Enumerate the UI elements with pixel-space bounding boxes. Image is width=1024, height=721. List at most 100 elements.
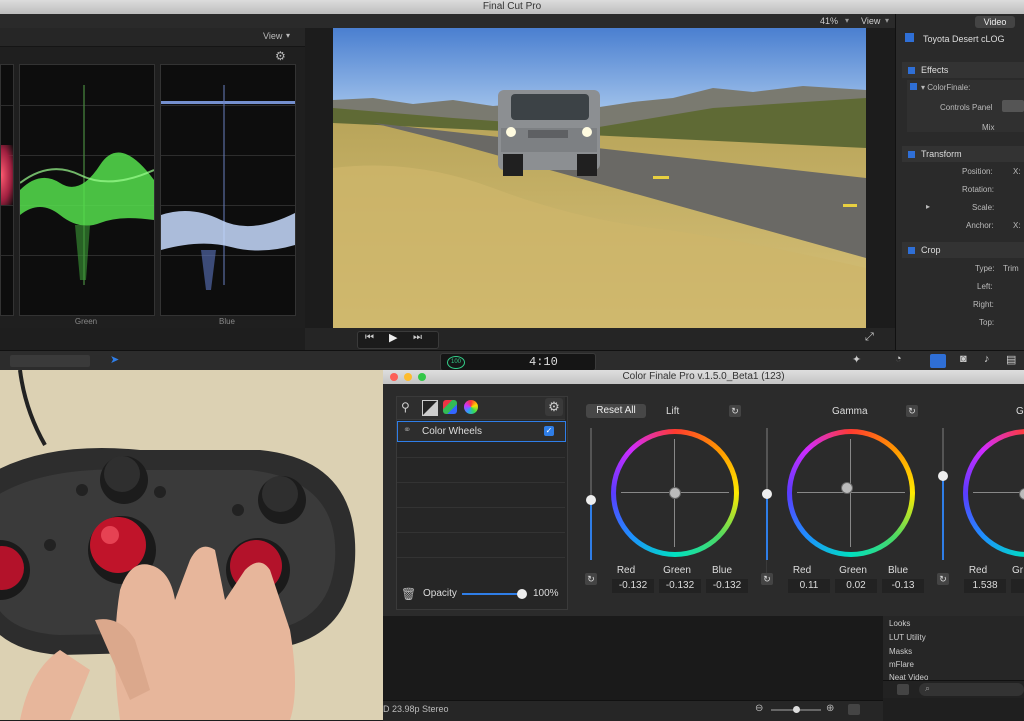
lift-green-value[interactable]: -0.132 (659, 579, 701, 593)
timeline-zoom-slider[interactable] (771, 706, 821, 713)
layer-enable-checkbox[interactable]: ✓ (544, 426, 554, 436)
scopes-view-menu[interactable]: View (263, 31, 282, 41)
controls-panel-label: Controls Panel (940, 103, 993, 112)
browser-search-input[interactable]: ⌕ (919, 683, 1024, 696)
gamma-master-slider[interactable] (762, 428, 772, 560)
add-layer-icon[interactable]: ⚲ (401, 400, 415, 414)
close-icon[interactable] (390, 373, 398, 381)
reset-all-button[interactable]: Reset All (586, 404, 646, 418)
viewer-transport-bar: ⏮ ▶ ⏭ ⤢ (305, 328, 895, 350)
gain-color-wheel[interactable] (963, 429, 1024, 557)
gamma-red-label: Red (792, 565, 812, 576)
gain-red-value[interactable]: 1.538 (964, 579, 1006, 593)
chevron-down-icon: ▾ (845, 16, 850, 25)
lift-master-slider[interactable] (586, 428, 596, 560)
checkbox-icon[interactable] (908, 67, 915, 75)
viewer-frame[interactable] (333, 28, 866, 328)
lift-color-wheel[interactable] (611, 429, 739, 557)
timeline-appearance-icon[interactable] (848, 704, 860, 715)
lift-master-reset-icon[interactable]: ↻ (585, 573, 597, 585)
crop-type-value[interactable]: Trim (1003, 264, 1019, 273)
lift-green-label: Green (663, 565, 691, 576)
timecode-badge: 100 (447, 356, 465, 369)
camera-icon[interactable]: ◙ (960, 353, 967, 365)
crop-top-label: Top: (979, 318, 995, 327)
gain-color-wheel-clip (963, 429, 1024, 557)
gamma-reset-icon[interactable]: ↻ (906, 405, 918, 417)
timecode-value: 4:10 (529, 355, 558, 369)
controls-panel-button[interactable] (1002, 100, 1024, 112)
project-format: D 23.98p Stereo (383, 704, 449, 714)
gamma-green-label: Green (839, 565, 867, 576)
scopes-toolbar: View ▾ (0, 28, 305, 47)
zoom-out-icon[interactable]: ⊖ (755, 703, 763, 714)
zoom-level[interactable]: 41% (820, 16, 838, 26)
color-wheel-icon[interactable] (464, 400, 478, 414)
clip-appearance-buttons[interactable] (10, 355, 90, 367)
lift-red-label: Red (616, 565, 636, 576)
lift-blue-value[interactable]: -0.132 (706, 579, 748, 593)
crop-section[interactable]: Crop (902, 242, 1024, 258)
checkbox-icon[interactable] (908, 247, 915, 255)
play-icon[interactable]: ▶ (389, 331, 397, 344)
skip-back-icon[interactable]: ⏮ (365, 332, 374, 343)
opacity-label: Opacity (423, 588, 457, 599)
skip-forward-icon[interactable]: ⏭ (413, 332, 422, 343)
gamma-green-value[interactable]: 0.02 (835, 579, 877, 593)
opacity-slider[interactable] (462, 589, 527, 599)
gamma-blue-value[interactable]: -0.13 (882, 579, 924, 593)
film-strip-icon[interactable]: ▤ (1006, 353, 1016, 366)
search-icon: ⌕ (925, 683, 931, 693)
minimize-icon[interactable] (404, 373, 412, 381)
anchor-label: Anchor: (966, 221, 994, 230)
gamma-color-wheel[interactable] (787, 429, 915, 557)
lut-cube-icon[interactable] (443, 400, 457, 414)
position-x-label: X: (1013, 167, 1021, 176)
gain-red-label: Red (968, 565, 988, 576)
gain-green-label: Gr (1012, 565, 1024, 576)
gain-master-slider[interactable] (938, 428, 948, 560)
tab-video[interactable]: Video (975, 16, 1015, 28)
lift-red-value[interactable]: -0.132 (612, 579, 654, 593)
main-toolbar: ➤ 100 4:10 ✦ ◔ ◙ ♪ ▤ (0, 350, 1024, 371)
scope-label-blue: Blue (218, 317, 235, 326)
browser-toggle-icon[interactable] (897, 684, 909, 695)
curves-icon[interactable] (422, 400, 438, 416)
layer-color-wheels[interactable]: ⚭ Color Wheels ✓ (397, 421, 566, 442)
transform-section[interactable]: Transform (902, 146, 1024, 162)
effects-section[interactable]: Effects (902, 62, 1024, 78)
timeline-status-bar: D 23.98p Stereo ⊖ ⊕ (383, 700, 883, 721)
opacity-value: 100% (533, 588, 559, 599)
control-surface-photo (0, 370, 383, 720)
browser-item-lut-utility[interactable]: LUT Utility (889, 633, 926, 642)
viewer-view-menu[interactable]: View (861, 16, 880, 26)
film-icon (905, 33, 914, 42)
enhance-icon[interactable]: ✦ (852, 353, 861, 366)
lift-reset-icon[interactable]: ↻ (729, 405, 741, 417)
zoom-icon[interactable] (418, 373, 426, 381)
disclosure-triangle-icon[interactable]: ▸ (926, 202, 930, 211)
gain-green-value[interactable] (1011, 579, 1024, 593)
timecode-display[interactable]: 100 4:10 (440, 353, 596, 371)
inspector-toggle-icon[interactable] (930, 354, 946, 368)
browser-item-masks[interactable]: Masks (889, 647, 912, 656)
zoom-in-icon[interactable]: ⊕ (826, 703, 834, 714)
browser-item-mflare[interactable]: mFlare (889, 660, 914, 669)
music-icon[interactable]: ♪ (984, 353, 990, 365)
scope-label-green: Green (74, 317, 98, 326)
trash-icon[interactable]: 🗑 (401, 587, 416, 601)
retime-icon[interactable]: ◔ (895, 353, 902, 365)
select-tool-icon[interactable]: ➤ (110, 353, 119, 366)
fullscreen-icon[interactable]: ⤢ (865, 331, 874, 344)
browser-item-looks[interactable]: Looks (889, 619, 910, 628)
settings-gear-icon[interactable]: ⚙ (545, 398, 563, 416)
gain-master-reset-icon[interactable]: ↻ (937, 573, 949, 585)
colorfinale-effect[interactable]: ▾ ColorFinale: (910, 83, 970, 92)
layer-label: Color Wheels (422, 426, 483, 437)
gamma-red-value[interactable]: 0.11 (788, 579, 830, 593)
checkbox-icon[interactable] (908, 151, 915, 159)
gear-icon[interactable]: ⚙ (275, 49, 286, 63)
gamma-master-reset-icon[interactable]: ↻ (761, 573, 773, 585)
clip-name: Toyota Desert cLOG (923, 34, 1005, 44)
gamma-blue-label: Blue (887, 565, 908, 576)
